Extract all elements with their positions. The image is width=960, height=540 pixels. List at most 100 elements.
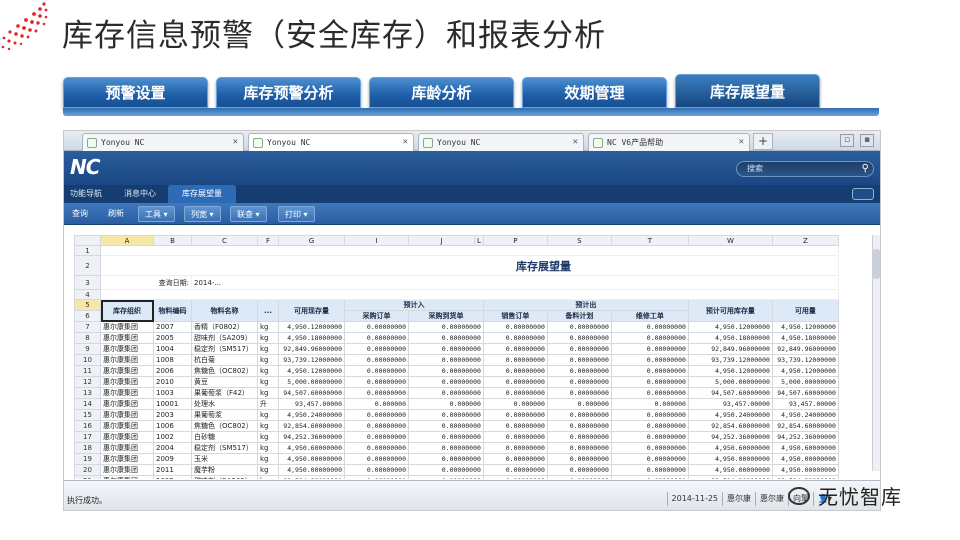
table-cell[interactable]: 94,507.60000000: [687, 387, 773, 400]
table-cell[interactable]: 0.00000000: [344, 343, 409, 356]
column-letter[interactable]: F: [257, 235, 279, 246]
table-cell[interactable]: 0.00000000: [408, 354, 484, 367]
query-button[interactable]: 查询: [66, 206, 94, 222]
browser-tab[interactable]: NC V6产品帮助 ✕: [588, 133, 750, 151]
table-cell[interactable]: 惠尔康集团: [100, 343, 154, 356]
header-dots[interactable]: ...: [257, 299, 279, 323]
row-number[interactable]: 18: [74, 442, 101, 455]
table-cell[interactable]: 4,950.12000000: [278, 321, 345, 334]
table-cell[interactable]: 0.00000000: [546, 365, 612, 378]
row-number[interactable]: 10: [74, 354, 101, 367]
table-cell[interactable]: 惠尔康集团: [100, 332, 154, 345]
table-cell[interactable]: 0.00000000: [482, 354, 548, 367]
window-icon[interactable]: ▫: [840, 134, 854, 147]
table-cell[interactable]: 惠尔康集团: [100, 398, 154, 411]
table-cell[interactable]: 0.00000000: [610, 475, 689, 479]
table-cell[interactable]: 0.00000000: [344, 420, 409, 433]
trash-icon[interactable]: ▪: [860, 134, 874, 147]
table-cell[interactable]: 0.00000000: [610, 464, 689, 477]
table-cell[interactable]: 0.00000000: [482, 343, 548, 356]
table-cell[interactable]: 惠尔康集团: [100, 442, 154, 455]
table-cell[interactable]: 0.00000000: [482, 387, 548, 400]
table-cell[interactable]: 0.00000000: [344, 332, 409, 345]
table-cell[interactable]: 0.00000000: [610, 431, 689, 444]
table-cell[interactable]: 0.00000000: [482, 332, 548, 345]
table-cell[interactable]: 玉米: [191, 453, 258, 466]
table-cell[interactable]: kg: [257, 354, 279, 367]
table-cell[interactable]: 93,739.12000000: [771, 354, 839, 367]
table-cell[interactable]: 0.00000000: [546, 376, 612, 389]
header-org[interactable]: 库存组织: [100, 299, 154, 323]
table-cell[interactable]: 4,950.12000000: [278, 365, 345, 378]
table-cell[interactable]: 惠尔康集团: [100, 475, 154, 479]
table-cell[interactable]: 0.00000000: [344, 387, 409, 400]
table-cell[interactable]: 惠尔康集团: [100, 376, 154, 389]
header-material-plan[interactable]: 备料计划: [546, 310, 612, 323]
table-cell[interactable]: 4,950.18000000: [278, 332, 345, 345]
table-cell[interactable]: 4,950.24000000: [278, 409, 345, 422]
table-cell[interactable]: 2004: [153, 442, 192, 455]
table-cell[interactable]: 0.00000000: [610, 420, 689, 433]
vertical-scrollbar[interactable]: [872, 235, 880, 471]
table-cell[interactable]: 0.00000000: [482, 365, 548, 378]
table-cell[interactable]: 4,950.60000000: [771, 442, 839, 455]
table-cell[interactable]: 1008: [153, 354, 192, 367]
column-letter[interactable]: S: [546, 235, 612, 246]
table-cell[interactable]: 92,514.20000000: [278, 475, 345, 479]
table-cell[interactable]: 2007: [153, 321, 192, 334]
close-icon[interactable]: ✕: [573, 137, 578, 147]
browser-tab-active[interactable]: Yonyou NC ✕: [248, 133, 414, 151]
table-cell[interactable]: 2003: [153, 409, 192, 422]
table-cell[interactable]: 0.00000000: [408, 387, 484, 400]
table-cell[interactable]: 0.00000000: [408, 343, 484, 356]
table-cell[interactable]: 0.00000000: [546, 332, 612, 345]
header-repair-order[interactable]: 维修工单: [610, 310, 689, 323]
table-cell[interactable]: 0.00000000: [344, 442, 409, 455]
table-cell[interactable]: 94,252.36000000: [687, 431, 773, 444]
table-cell[interactable]: 93,457.00000: [687, 398, 773, 411]
table-cell[interactable]: 92,849.96000000: [687, 343, 773, 356]
tab-stock-warning-analysis[interactable]: 库存预警分析: [216, 77, 361, 108]
nav-message-center[interactable]: 消息中心: [124, 185, 156, 203]
table-cell[interactable]: 0.00000000: [482, 464, 548, 477]
table-cell[interactable]: 0.00000000: [482, 321, 548, 334]
table-cell[interactable]: 93,739.12000000: [278, 354, 345, 367]
table-cell[interactable]: kg: [257, 431, 279, 444]
column-letter[interactable]: I: [344, 235, 409, 246]
header-code[interactable]: 物料编码: [153, 299, 192, 323]
table-cell[interactable]: 0.00000000: [546, 409, 612, 422]
header-expected-inbound[interactable]: 预计入: [344, 299, 484, 312]
table-cell[interactable]: 4,950.00000000: [687, 453, 773, 466]
table-cell[interactable]: 10001: [153, 398, 192, 411]
table-cell[interactable]: 93,739.12000000: [687, 354, 773, 367]
table-cell[interactable]: 果葡萄浆（F42）: [191, 387, 258, 400]
row-number[interactable]: 16: [74, 420, 101, 433]
table-cell[interactable]: 92,514.20000000: [771, 475, 839, 479]
row-number[interactable]: 14: [74, 398, 101, 411]
column-letter[interactable]: A: [100, 235, 154, 246]
minimize-button[interactable]: [852, 188, 874, 200]
close-icon[interactable]: ✕: [403, 137, 408, 147]
table-cell[interactable]: 惠尔康集团: [100, 431, 154, 444]
table-cell[interactable]: 惠尔康集团: [100, 354, 154, 367]
refresh-button[interactable]: 刷新: [102, 206, 130, 222]
header-available-qty[interactable]: 可用量: [771, 299, 839, 323]
table-cell[interactable]: 1002: [153, 431, 192, 444]
table-cell[interactable]: 0.00000000: [408, 464, 484, 477]
table-cell[interactable]: 94,252.36000000: [278, 431, 345, 444]
table-cell[interactable]: 4,950.12000000: [771, 321, 839, 334]
row-number[interactable]: 12: [74, 376, 101, 389]
table-cell[interactable]: 焦糖色（OC802）: [191, 420, 258, 433]
table-cell[interactable]: 0.00000000: [482, 431, 548, 444]
table-cell[interactable]: 1005: [153, 475, 192, 479]
search-input[interactable]: 搜索 ⚲: [736, 161, 874, 177]
table-cell[interactable]: 4,950.60000000: [278, 442, 345, 455]
table-cell[interactable]: 稳定剂（SM517）: [191, 343, 258, 356]
table-cell[interactable]: 0.00000000: [610, 354, 689, 367]
table-cell[interactable]: 4,950.18000000: [687, 332, 773, 345]
table-cell[interactable]: 5,000.00000000: [687, 376, 773, 389]
table-cell[interactable]: 5,000.00000000: [771, 376, 839, 389]
close-icon[interactable]: ✕: [233, 137, 238, 147]
table-cell[interactable]: 0.00000000: [610, 442, 689, 455]
column-letter[interactable]: J: [408, 235, 475, 246]
